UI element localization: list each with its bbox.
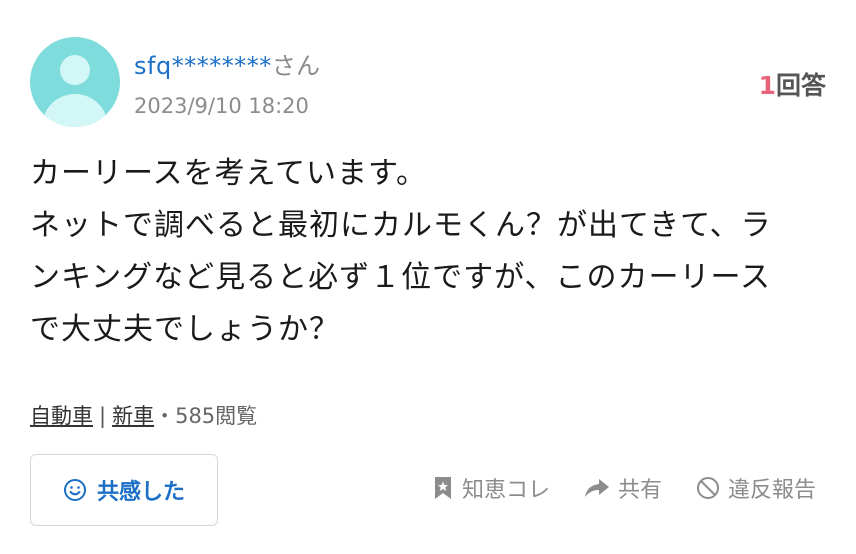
username-link[interactable]: sfq******** — [134, 52, 272, 80]
avatar[interactable] — [30, 37, 120, 127]
answer-count-label: 回答 — [775, 71, 826, 100]
empathy-button-label: 共感した — [96, 480, 185, 505]
share-arrow-icon — [584, 479, 609, 497]
bookmark-star-icon — [434, 477, 451, 499]
prohibited-icon — [696, 477, 719, 499]
question-line: で大丈夫でしょうか？ — [30, 312, 340, 347]
category-separator: | — [99, 404, 107, 428]
meta-dot: ・ — [154, 404, 176, 428]
report-button[interactable]: 違反報告 — [696, 472, 816, 504]
category-link-new-car[interactable]: 新車 — [112, 404, 154, 428]
question-line: ネットで調べると最初にカルモくん？が出てきて、ラ — [30, 208, 772, 243]
report-label: 違反報告 — [727, 478, 816, 503]
action-bar: 知恵コレ 共有 違反報告 — [432, 472, 816, 504]
category-link-automobile[interactable]: 自動車 — [30, 404, 93, 428]
question-line: カーリースを考えています。 — [30, 156, 427, 191]
question-meta: 自動車 | 新車・585閲覧 — [30, 400, 257, 430]
question-body: カーリースを考えています。 ネットで調べると最初にカルモくん？が出てきて、ラ ン… — [30, 148, 830, 356]
smile-icon — [63, 479, 86, 501]
user-line: sfq********さん — [134, 46, 321, 81]
chiebukuro-label: 知恵コレ — [461, 478, 550, 503]
view-count: 585閲覧 — [175, 404, 258, 428]
question-line: ンキングなど見ると必ず１位ですが、このカーリース — [30, 260, 771, 295]
share-label: 共有 — [617, 478, 662, 503]
empathy-button[interactable]: 共感した — [30, 454, 218, 526]
avatar-head-shape — [60, 55, 90, 85]
post-date: 2023/9/10 18:20 — [134, 94, 309, 118]
share-button[interactable]: 共有 — [584, 472, 662, 504]
username-suffix: さん — [271, 52, 321, 80]
avatar-body-shape — [42, 94, 108, 127]
answer-count-number: 1 — [758, 71, 776, 100]
answer-count[interactable]: 1回答 — [759, 66, 826, 102]
chiebukuro-button[interactable]: 知恵コレ — [432, 472, 550, 504]
